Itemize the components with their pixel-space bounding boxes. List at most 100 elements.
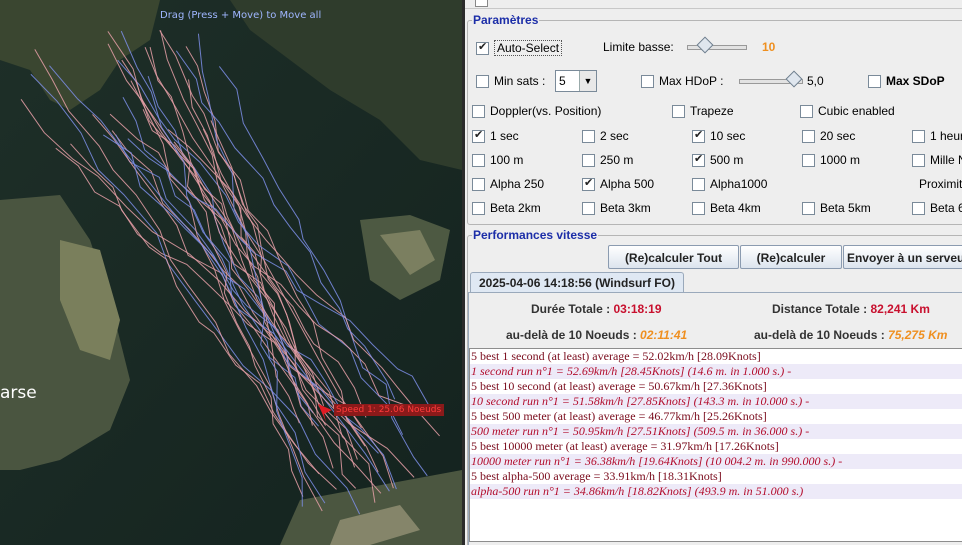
option-label: 250 m [600,153,634,167]
option-500-m[interactable]: 500 m [692,152,743,167]
option-trapeze[interactable]: Trapeze [672,104,734,118]
option-label: 1 sec [490,129,519,143]
option-100-m[interactable]: 100 m [472,153,523,167]
parametres-legend: Paramètres [473,13,539,27]
max-hdop-value: 5,0 [807,74,824,88]
map-place-label: arse [0,383,37,403]
max-sdop-label: Max SDoP [886,74,945,88]
recalculer-button[interactable]: (Re)calculer [740,245,842,269]
min-sats-label: Min sats : [494,74,546,88]
checkbox-box [472,104,485,118]
option-beta-4km[interactable]: Beta 4km [692,201,761,215]
option-1-heure[interactable]: 1 heure [912,129,962,143]
option-10-sec[interactable]: 10 sec [692,128,745,143]
option-label: Beta 5km [820,201,871,215]
option-proximity[interactable]: Proximity [919,177,962,191]
beyond-dist-value: 75,275 Km [888,328,948,342]
tab-session[interactable]: 2025-04-06 14:18:56 (Windsurf FO) [470,272,684,293]
option-mille-n[interactable]: Mille N [912,153,962,167]
checkbox-box [582,201,595,215]
option-label: 1000 m [820,153,861,167]
top-checkbox[interactable] [475,0,488,7]
result-line: 5 best 10 second (at least) average = 50… [470,379,962,394]
result-line: 5 best 10000 meter (at least) average = … [470,439,962,454]
checkbox-box [476,74,489,88]
satellite-map[interactable]: Drag (Press + Move) to Move all arse Spe… [0,0,462,545]
option-label: Doppler(vs. Position) [490,104,602,118]
distance-label: Distance Totale : [772,302,868,316]
option-alpha-250[interactable]: Alpha 250 [472,177,544,191]
result-line: 5 best 1 second (at least) average = 52.… [470,349,962,364]
option-label: Alpha 500 [600,177,655,191]
checkbox-box [802,153,815,167]
option-cubic-enabled[interactable]: Cubic enabled [800,104,895,118]
option-doppler-vs-position[interactable]: Doppler(vs. Position) [472,104,601,118]
option-label: Beta 4km [710,201,761,215]
max-sdop-checkbox[interactable]: Max SDoP [868,74,945,88]
option-label: Proximity [919,177,962,191]
option-2-sec[interactable]: 2 sec [582,129,629,143]
option-label: 20 sec [820,129,856,143]
slider-thumb[interactable] [785,70,803,88]
option-beta-5km[interactable]: Beta 5km [802,201,871,215]
option-beta-6km[interactable]: Beta 6km [912,201,962,215]
min-sats-checkbox[interactable]: Min sats : [476,74,545,88]
checkbox-box [912,153,925,167]
auto-select-checkbox[interactable]: Auto-Select [476,40,563,56]
option-label: Mille N [930,153,962,167]
option-alpha1000[interactable]: Alpha1000 [692,177,767,191]
top-toolbar-strip [465,0,962,9]
option-label: Trapeze [690,104,734,118]
max-hdop-slider[interactable] [739,70,803,88]
result-line: 10000 meter run n°1 = 36.38km/h [19.64Kn… [470,454,962,469]
checkbox-box [912,129,925,143]
option-beta-3km[interactable]: Beta 3km [582,201,651,215]
checkbox-box [692,201,705,215]
option-250-m[interactable]: 250 m [582,153,633,167]
limite-basse-value: 10 [762,40,776,54]
result-line: 1 second run n°1 = 52.69km/h [28.45Knots… [470,364,962,379]
limite-basse-slider[interactable] [687,36,747,54]
checkbox-box [692,177,705,191]
option-label: Beta 2km [490,201,541,215]
results-text-area[interactable]: 5 best 1 second (at least) average = 52.… [469,348,962,542]
min-sats-select[interactable]: 5 ▼ [555,70,597,92]
duree-value: 03:18:19 [613,302,662,316]
beyond-time-label: au-delà de 10 Noeuds : [506,328,637,342]
option-alpha-500[interactable]: Alpha 500 [582,176,655,191]
slider-thumb[interactable] [696,36,714,54]
checkbox-box [582,153,595,167]
checkbox-box [802,201,815,215]
option-label: 100 m [490,153,524,167]
option-label: 1 heure [930,129,962,143]
checkbox-box [868,74,881,88]
recalculer-tout-button[interactable]: (Re)calculer Tout [608,245,739,269]
settings-panel: Paramètres Auto-Select Limite basse: 10 … [465,0,962,545]
checkbox-box [472,153,485,167]
auto-select-label: Auto-Select [494,40,563,56]
envoyer-serveur-button[interactable]: Envoyer à un serveur [843,245,962,269]
max-hdop-checkbox[interactable]: Max HDoP : [641,74,723,88]
duree-label: Durée Totale : [531,302,611,316]
result-line: 500 meter run n°1 = 50.95km/h [27.51Knot… [470,424,962,439]
chevron-down-icon[interactable]: ▼ [579,71,596,91]
option-label: Alpha 250 [490,177,545,191]
min-sats-value: 5 [559,74,566,88]
beyond-distance: au-delà de 10 Noeuds : 75,275 Km [754,328,947,342]
option-label: Beta 6km [930,201,962,215]
option-label: Alpha1000 [710,177,768,191]
option-beta-2km[interactable]: Beta 2km [472,201,541,215]
result-line: 10 second run n°1 = 51.58km/h [27.85Knot… [470,394,962,409]
beyond-time: au-delà de 10 Noeuds : 02:11:41 [506,328,687,342]
option-20-sec[interactable]: 20 sec [802,129,855,143]
option-1-sec[interactable]: 1 sec [472,128,519,143]
option-label: Beta 3km [600,201,651,215]
checkbox-box [641,74,654,88]
option-1000-m[interactable]: 1000 m [802,153,860,167]
distance-value: 82,241 Km [870,302,930,316]
performances-legend: Performances vitesse [473,228,598,242]
check-icon [472,128,485,143]
checkbox-box [800,104,813,118]
check-icon [692,128,705,143]
map-drag-hint: Drag (Press + Move) to Move all [160,10,322,21]
